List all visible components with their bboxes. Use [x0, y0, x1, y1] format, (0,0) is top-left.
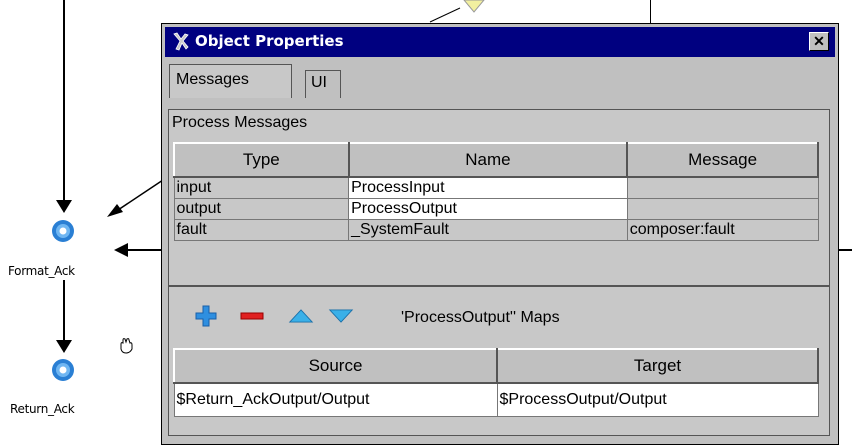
cell-message[interactable]: composer:fault: [626, 219, 819, 241]
arrow-left-icon: [114, 243, 128, 257]
table-row[interactable]: input ProcessInput: [173, 176, 819, 199]
close-button[interactable]: ✕: [809, 32, 829, 51]
plus-icon[interactable]: [193, 303, 219, 329]
cell-type[interactable]: output: [173, 198, 350, 220]
maps-title: 'ProcessOutput'' Maps: [401, 309, 560, 326]
process-messages-table: Type Name Message input ProcessInput out…: [173, 142, 819, 241]
node-label: Format_Ack: [8, 264, 75, 278]
object-properties-dialog: Object Properties ✕ Messages UI Process …: [161, 23, 839, 445]
column-header-message[interactable]: Message: [626, 142, 819, 178]
connector-arrow: [107, 179, 164, 217]
cell-message[interactable]: [626, 198, 819, 220]
dialog-titlebar[interactable]: Object Properties ✕: [165, 27, 835, 57]
tab-label: Messages: [176, 71, 249, 88]
cell-name[interactable]: _SystemFault: [348, 219, 628, 241]
table-row[interactable]: fault _SystemFault composer:fault: [173, 219, 819, 241]
table-row[interactable]: $Return_AckOutput/Output $ProcessOutput/…: [173, 382, 819, 417]
gear-icon[interactable]: [50, 218, 76, 244]
hand-cursor-icon: [120, 338, 133, 354]
cell-name[interactable]: ProcessOutput: [348, 198, 628, 220]
maps-panel: 'ProcessOutput'' Maps Source Target $Ret…: [168, 286, 830, 436]
cell-source[interactable]: $Return_AckOutput/Output: [173, 382, 498, 417]
arrow-up-icon[interactable]: [288, 303, 314, 329]
dialog-title: Object Properties: [195, 32, 344, 50]
connector-line: [63, 0, 65, 205]
cell-type[interactable]: input: [173, 176, 350, 199]
process-messages-panel: Process Messages Type Name Message input…: [168, 109, 830, 286]
table-row[interactable]: output ProcessOutput: [173, 198, 819, 220]
cell-target[interactable]: $ProcessOutput/Output: [496, 382, 819, 417]
maps-table: Source Target $Return_AckOutput/Output $…: [173, 348, 819, 417]
column-header-target[interactable]: Target: [496, 348, 819, 384]
connector-line: [650, 0, 651, 24]
table-header-row: Source Target: [173, 348, 819, 384]
panel-title: Process Messages: [172, 114, 308, 131]
node-label: Return_Ack: [10, 402, 75, 416]
gear-icon[interactable]: [50, 357, 76, 383]
minus-icon[interactable]: [239, 303, 265, 329]
arrow-down-icon[interactable]: [328, 303, 354, 329]
connector-line: [63, 280, 65, 342]
column-header-type[interactable]: Type: [173, 142, 350, 178]
connector-line: [429, 0, 485, 23]
cell-message[interactable]: [626, 176, 819, 199]
connector-line: [838, 249, 852, 251]
cell-type[interactable]: fault: [173, 219, 350, 241]
tab-messages[interactable]: Messages: [169, 64, 292, 98]
column-header-source[interactable]: Source: [173, 348, 498, 384]
tab-label: UI: [311, 74, 327, 91]
connector-line: [125, 249, 161, 251]
cell-name[interactable]: ProcessInput: [348, 176, 628, 199]
properties-icon: [173, 32, 189, 51]
arrow-down-icon: [56, 200, 72, 213]
tab-ui[interactable]: UI: [305, 70, 341, 98]
column-header-name[interactable]: Name: [347, 142, 629, 178]
table-header-row: Type Name Message: [173, 142, 819, 178]
arrow-down-icon: [56, 340, 72, 353]
